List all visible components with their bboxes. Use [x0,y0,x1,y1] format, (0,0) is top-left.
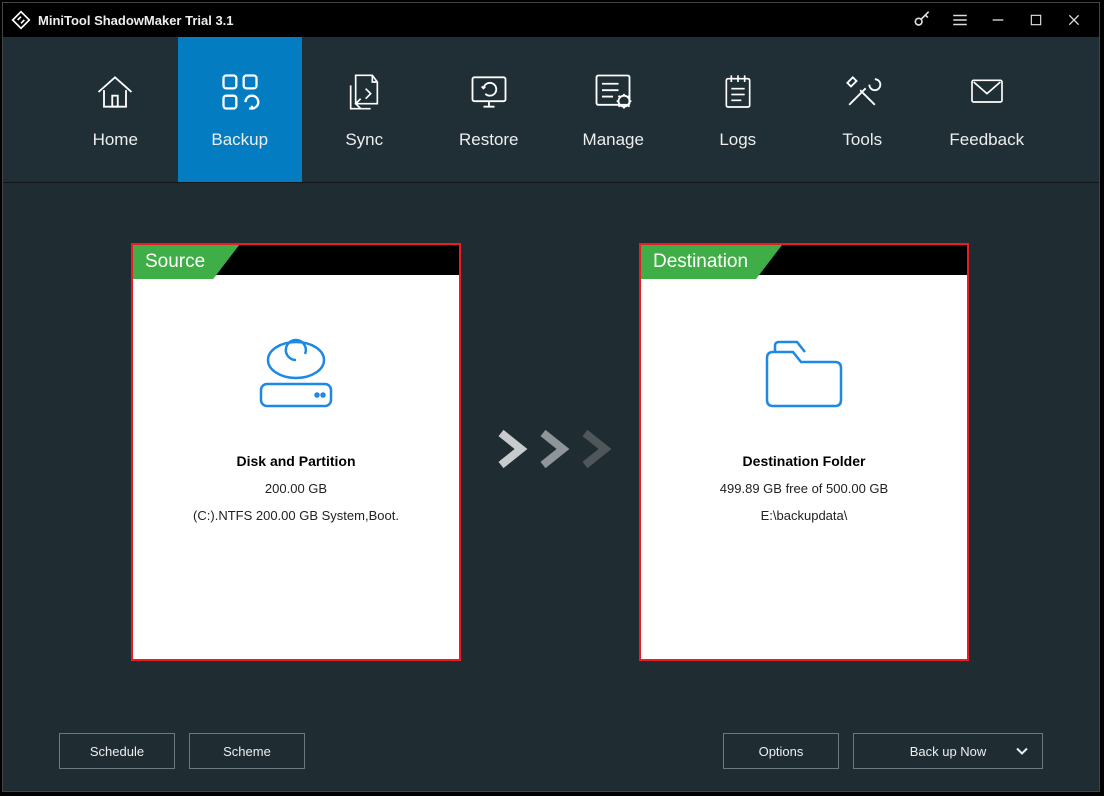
destination-panel[interactable]: Destination Destination Folder 499.89 GB… [639,243,969,661]
caret-down-icon [1016,744,1028,759]
transfer-arrows-icon [493,429,617,469]
app-title: MiniTool ShadowMaker Trial 3.1 [38,13,234,28]
titlebar: MiniTool ShadowMaker Trial 3.1 [3,3,1099,37]
feedback-icon [965,70,1009,114]
main-nav: Home Backup Sync [3,37,1099,183]
backup-now-button[interactable]: Back up Now [853,733,1043,769]
source-size: 200.00 GB [265,481,327,496]
home-icon [93,70,137,114]
nav-home[interactable]: Home [53,37,178,182]
nav-sync-label: Sync [345,130,383,150]
scheme-button[interactable]: Scheme [189,733,305,769]
source-tab: Source [133,245,239,279]
nav-backup-label: Backup [211,130,268,150]
nav-manage[interactable]: Manage [551,37,676,182]
nav-sync[interactable]: Sync [302,37,427,182]
nav-logs[interactable]: Logs [676,37,801,182]
scheme-button-label: Scheme [223,744,271,759]
folder-icon [757,335,851,415]
maximize-button[interactable] [1017,3,1055,37]
backup-icon [218,70,262,114]
destination-path: E:\backupdata\ [761,508,848,523]
source-title: Disk and Partition [236,453,355,469]
nav-backup[interactable]: Backup [178,37,303,182]
restore-icon [467,70,511,114]
close-button[interactable] [1055,3,1093,37]
source-detail: (C:).NTFS 200.00 GB System,Boot. [193,508,399,523]
tools-icon [840,70,884,114]
nav-restore[interactable]: Restore [427,37,552,182]
schedule-button-label: Schedule [90,744,144,759]
nav-manage-label: Manage [583,130,644,150]
backup-now-label: Back up Now [910,744,987,759]
menu-icon[interactable] [941,3,979,37]
nav-logs-label: Logs [719,130,756,150]
content-area: Source Disk and Partition 200.00 GB (C:)… [3,183,1099,791]
nav-tools[interactable]: Tools [800,37,925,182]
nav-restore-label: Restore [459,130,519,150]
destination-free: 499.89 GB free of 500.00 GB [720,481,888,496]
source-tab-row: Source [133,245,459,279]
app-logo-icon [11,10,31,30]
schedule-button[interactable]: Schedule [59,733,175,769]
nav-home-label: Home [93,130,138,150]
destination-tab-row: Destination [641,245,967,279]
destination-title: Destination Folder [743,453,866,469]
sync-icon [342,70,386,114]
options-button-label: Options [759,744,804,759]
source-panel[interactable]: Source Disk and Partition 200.00 GB (C:)… [131,243,461,661]
key-icon[interactable] [903,3,941,37]
app-window: MiniTool ShadowMaker Trial 3.1 [2,2,1100,792]
destination-tab: Destination [641,245,782,279]
nav-tools-label: Tools [842,130,882,150]
logs-icon [716,70,760,114]
nav-feedback-label: Feedback [949,130,1024,150]
manage-icon [591,70,635,114]
disk-icon [253,335,339,415]
minimize-button[interactable] [979,3,1017,37]
bottom-bar: Schedule Scheme Options Back up Now [3,711,1099,791]
nav-feedback[interactable]: Feedback [925,37,1050,182]
options-button[interactable]: Options [723,733,839,769]
